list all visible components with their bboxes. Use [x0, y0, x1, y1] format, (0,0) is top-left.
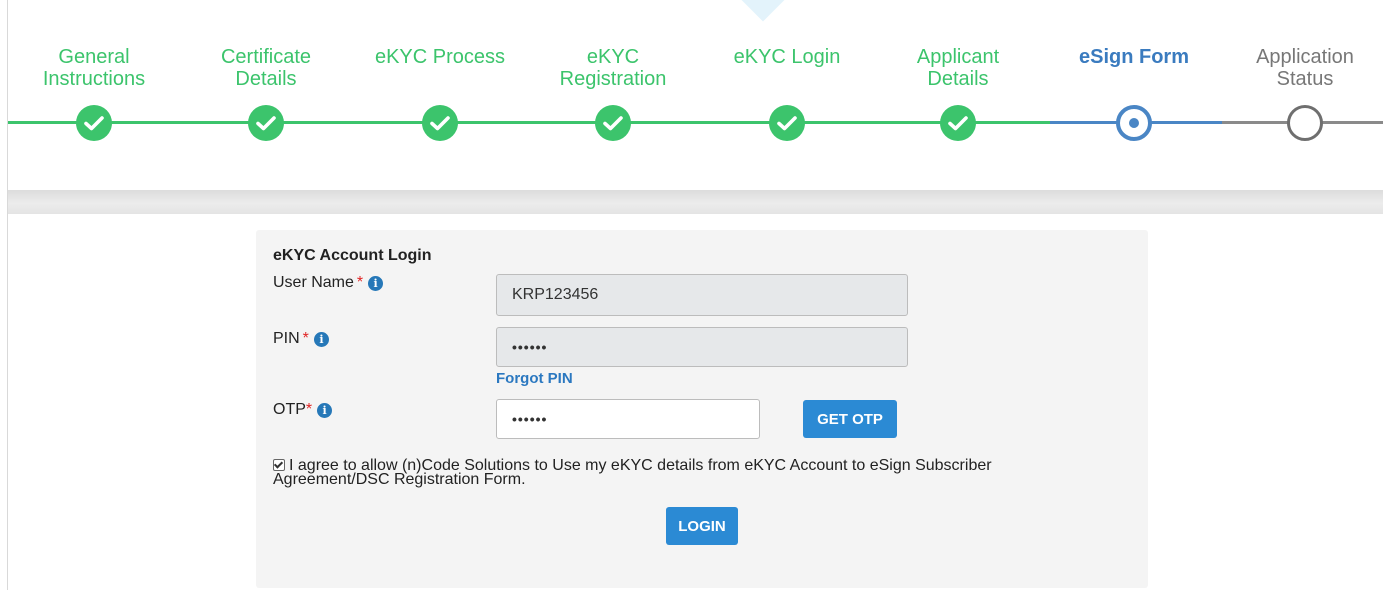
check-icon: [76, 105, 112, 141]
ekyc-login-card: eKYC Account Login User Name * i KRP1234…: [256, 230, 1148, 588]
get-otp-button[interactable]: GET OTP: [803, 400, 897, 438]
step-label: eSign Form: [1078, 46, 1189, 68]
step-general-instructions[interactable]: General Instructions: [14, 46, 174, 141]
step-certificate-details[interactable]: Certificate Details: [186, 46, 346, 141]
otp-value: ••••••: [512, 411, 548, 427]
step-applicant-details[interactable]: Applicant Details: [878, 46, 1038, 141]
current-step-icon: [1116, 105, 1152, 141]
check-icon: [940, 105, 976, 141]
step-application-status[interactable]: Application Status: [1225, 46, 1383, 141]
otp-label-text: OTP: [273, 401, 306, 418]
pending-step-icon: [1287, 105, 1323, 141]
username-label: User Name * i: [273, 274, 384, 292]
step-ekyc-login[interactable]: eKYC Login: [707, 46, 867, 141]
step-esign-form[interactable]: eSign Form: [1054, 46, 1214, 141]
step-label: eKYC Login: [733, 46, 841, 68]
agreement-row: I agree to allow (n)Code Solutions to Us…: [273, 457, 1093, 488]
step-ekyc-registration[interactable]: eKYC Registration: [533, 46, 693, 141]
otp-label: OTP * i: [273, 401, 333, 419]
required-mark: *: [356, 274, 364, 291]
card-title: eKYC Account Login: [273, 247, 432, 264]
section-banner: [8, 190, 1383, 214]
check-icon: [422, 105, 458, 141]
step-label: eKYC Process: [374, 46, 506, 68]
pin-value: ••••••: [512, 339, 548, 355]
otp-field[interactable]: ••••••: [496, 399, 760, 439]
check-icon: [595, 105, 631, 141]
forgot-pin-link[interactable]: Forgot PIN: [496, 370, 573, 387]
required-mark: *: [305, 401, 313, 418]
step-label: eKYC Registration: [559, 46, 667, 90]
username-label-text: User Name: [273, 274, 354, 291]
agreement-checkbox[interactable]: [273, 458, 285, 471]
required-mark: *: [302, 330, 309, 347]
username-value: KRP123456: [512, 286, 599, 303]
step-label: Application Status: [1256, 46, 1354, 90]
step-label: General Instructions: [42, 46, 146, 90]
info-icon[interactable]: i: [368, 275, 384, 291]
step-ekyc-process[interactable]: eKYC Process: [360, 46, 520, 141]
pin-field[interactable]: ••••••: [496, 327, 908, 367]
check-icon: [769, 105, 805, 141]
step-label: Certificate Details: [220, 46, 312, 90]
progress-stepper: General Instructions Certificate Details e…: [0, 0, 1383, 190]
info-icon[interactable]: i: [313, 331, 329, 347]
login-button[interactable]: LOGIN: [666, 507, 738, 545]
pin-label-text: PIN: [273, 330, 300, 347]
pin-label: PIN * i: [273, 330, 329, 348]
check-icon: [248, 105, 284, 141]
step-label: Applicant Details: [916, 46, 1000, 90]
agreement-text: I agree to allow (n)Code Solutions to Us…: [273, 457, 992, 488]
info-icon[interactable]: i: [317, 402, 333, 418]
username-field[interactable]: KRP123456: [496, 274, 908, 316]
